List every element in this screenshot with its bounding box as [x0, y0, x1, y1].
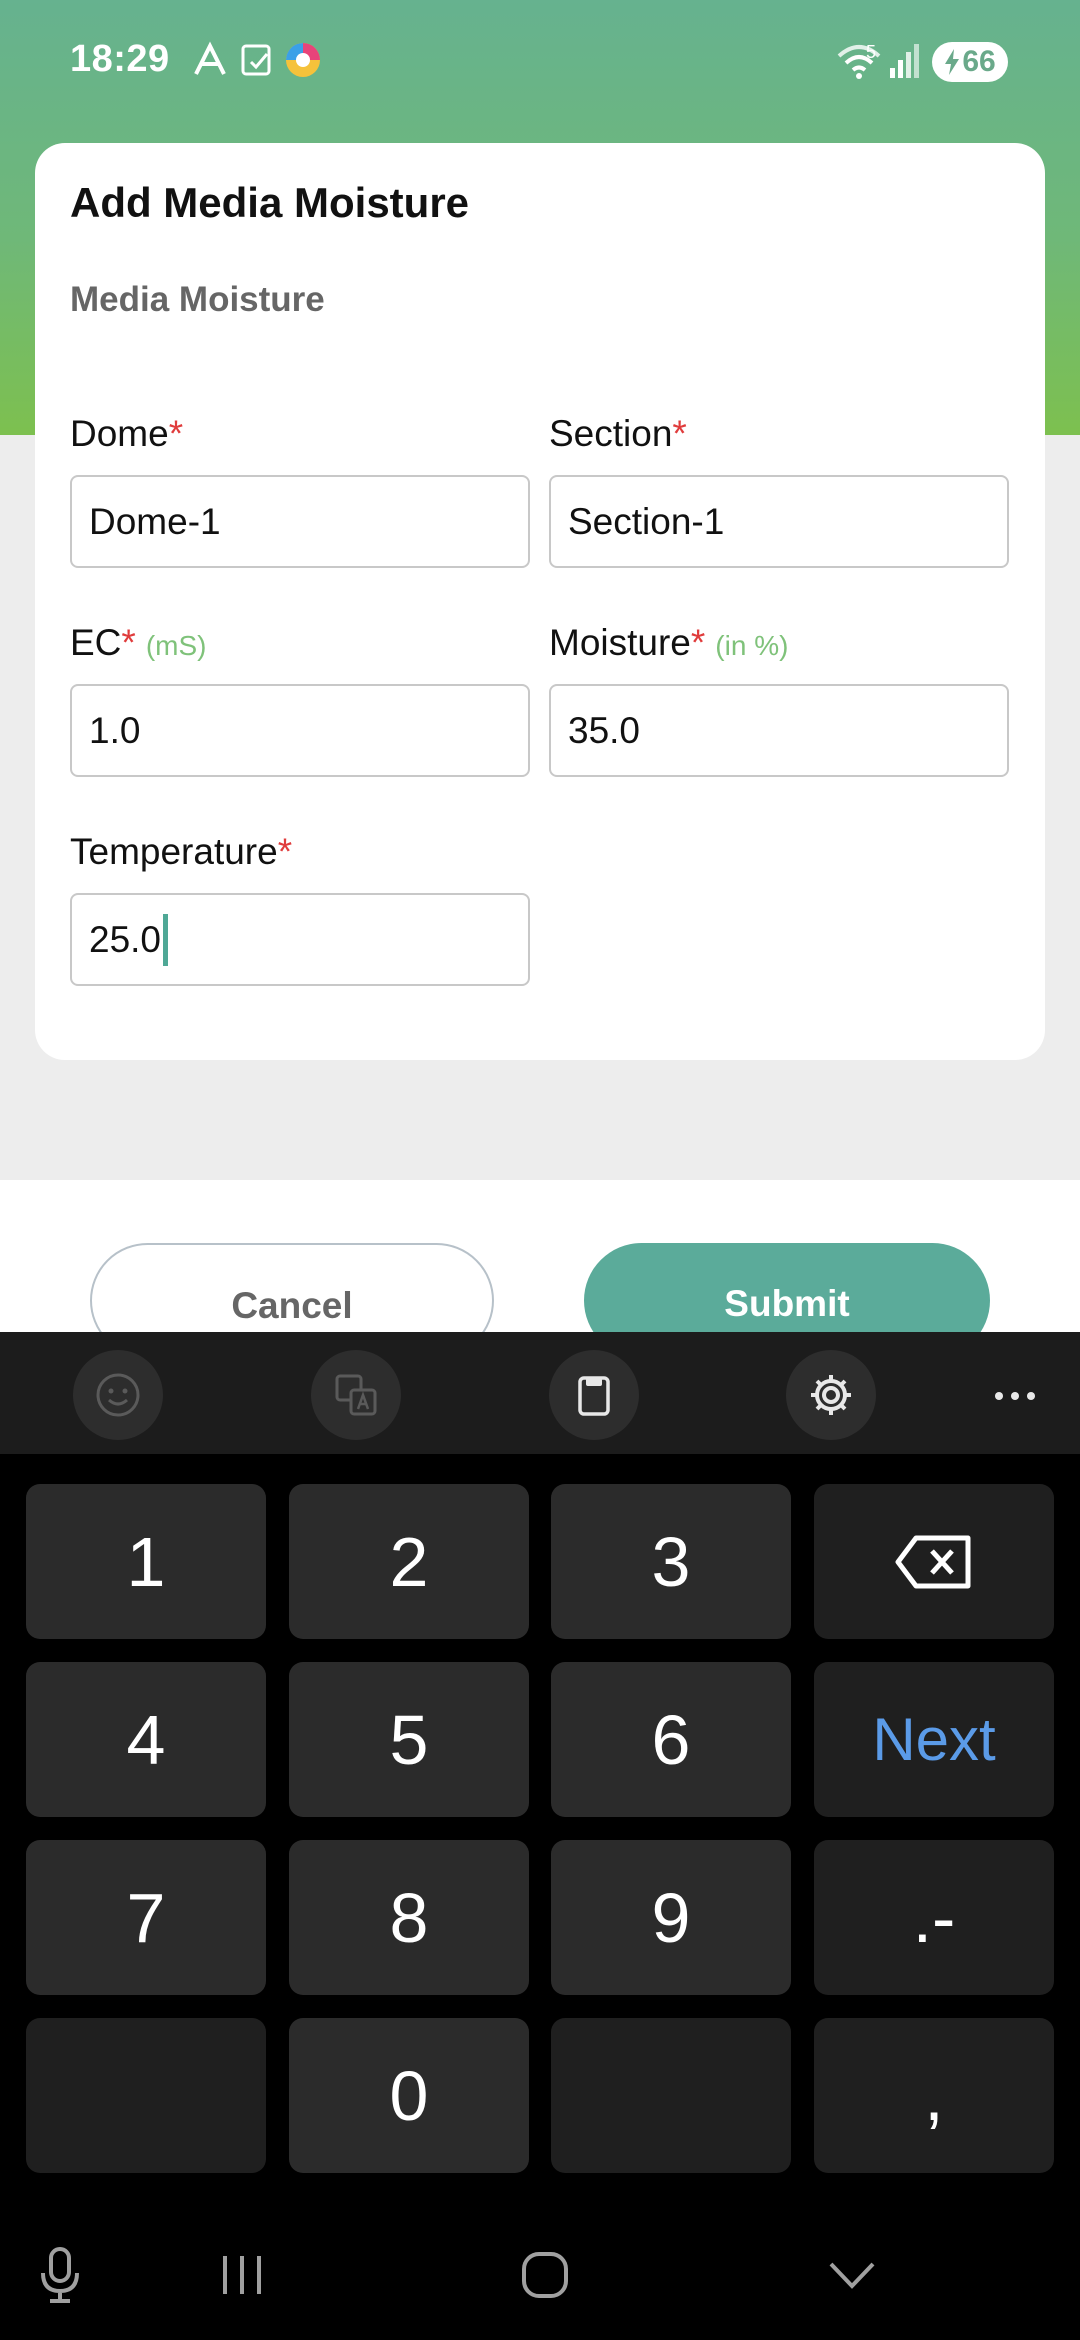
- moisture-value: 35.0: [568, 709, 641, 751]
- ec-label: EC* (mS): [70, 622, 207, 663]
- signal-icon: [888, 40, 922, 80]
- key-1[interactable]: 1: [26, 1484, 266, 1639]
- backspace-icon: [895, 1535, 971, 1588]
- blank-key-right: [551, 2018, 791, 2173]
- microphone-icon[interactable]: [30, 2245, 90, 2305]
- dialog-title: Add Media Moisture: [70, 179, 470, 226]
- blank-key-left: [26, 2018, 266, 2173]
- recent-apps-icon[interactable]: [212, 2245, 272, 2305]
- ec-field[interactable]: 1.0: [70, 684, 530, 777]
- required-mark: *: [168, 413, 184, 454]
- keyboard-toolbar: [0, 1332, 1080, 1454]
- dialog-subtitle: Media Moisture: [70, 280, 325, 319]
- hide-keyboard-icon[interactable]: [822, 2245, 882, 2305]
- moisture-unit: (in %): [715, 630, 789, 661]
- text-cursor: [163, 913, 169, 966]
- moisture-label: Moisture* (in %): [549, 622, 789, 663]
- key-9[interactable]: 9: [551, 1840, 791, 1995]
- ec-value: 1.0: [89, 709, 141, 751]
- more-icon[interactable]: [990, 1376, 1040, 1416]
- battery-indicator: 66: [932, 42, 1008, 82]
- required-mark: *: [121, 622, 136, 663]
- comma-key[interactable]: ,: [814, 2018, 1054, 2173]
- key-7[interactable]: 7: [26, 1840, 266, 1995]
- key-4[interactable]: 4: [26, 1662, 266, 1817]
- numeric-keyboard: 1 2 3 4 5 6 Next 7 8 9 .- 0 ,: [0, 1332, 1080, 2340]
- home-icon[interactable]: [515, 2245, 575, 2305]
- section-field[interactable]: Section-1: [549, 475, 1009, 568]
- backspace-key[interactable]: [814, 1484, 1054, 1639]
- wifi-badge: 5: [866, 42, 877, 62]
- charging-icon: [945, 49, 960, 75]
- clipboard-icon[interactable]: [549, 1350, 639, 1440]
- required-mark: *: [277, 831, 293, 872]
- key-0[interactable]: 0: [289, 2018, 529, 2173]
- dome-label: Dome*: [70, 413, 184, 454]
- temperature-value: 25.0: [89, 918, 162, 960]
- section-value: Section-1: [568, 500, 725, 542]
- translate-icon[interactable]: [311, 1350, 401, 1440]
- status-time: 18:29: [70, 38, 170, 80]
- dome-field[interactable]: Dome-1: [70, 475, 530, 568]
- navigation-app-icon: [190, 40, 230, 80]
- task-app-icon: [237, 40, 277, 80]
- section-label: Section*: [549, 413, 687, 454]
- emoji-icon[interactable]: [73, 1350, 163, 1440]
- key-6[interactable]: 6: [551, 1662, 791, 1817]
- dome-value: Dome-1: [89, 500, 221, 542]
- moisture-field[interactable]: 35.0: [549, 684, 1009, 777]
- add-media-moisture-dialog: Add Media Moisture Media Moisture Dome* …: [35, 143, 1045, 1060]
- temperature-label: Temperature*: [70, 831, 293, 872]
- dot-minus-key[interactable]: .-: [814, 1840, 1054, 1995]
- key-5[interactable]: 5: [289, 1662, 529, 1817]
- required-mark: *: [690, 622, 706, 663]
- required-mark: *: [672, 413, 687, 454]
- temperature-field[interactable]: 25.0: [70, 893, 530, 986]
- status-bar: 18:29 5 66: [0, 0, 1080, 125]
- key-2[interactable]: 2: [289, 1484, 529, 1639]
- battery-level: 66: [962, 45, 996, 78]
- colorful-app-icon: [283, 40, 323, 80]
- key-3[interactable]: 3: [551, 1484, 791, 1639]
- screen: 18:29 5 66 Add Media Moisture Media Mois…: [0, 0, 1080, 2340]
- next-key[interactable]: Next: [814, 1662, 1054, 1817]
- settings-icon[interactable]: [786, 1350, 876, 1440]
- ec-unit: (mS): [145, 630, 207, 661]
- key-8[interactable]: 8: [289, 1840, 529, 1995]
